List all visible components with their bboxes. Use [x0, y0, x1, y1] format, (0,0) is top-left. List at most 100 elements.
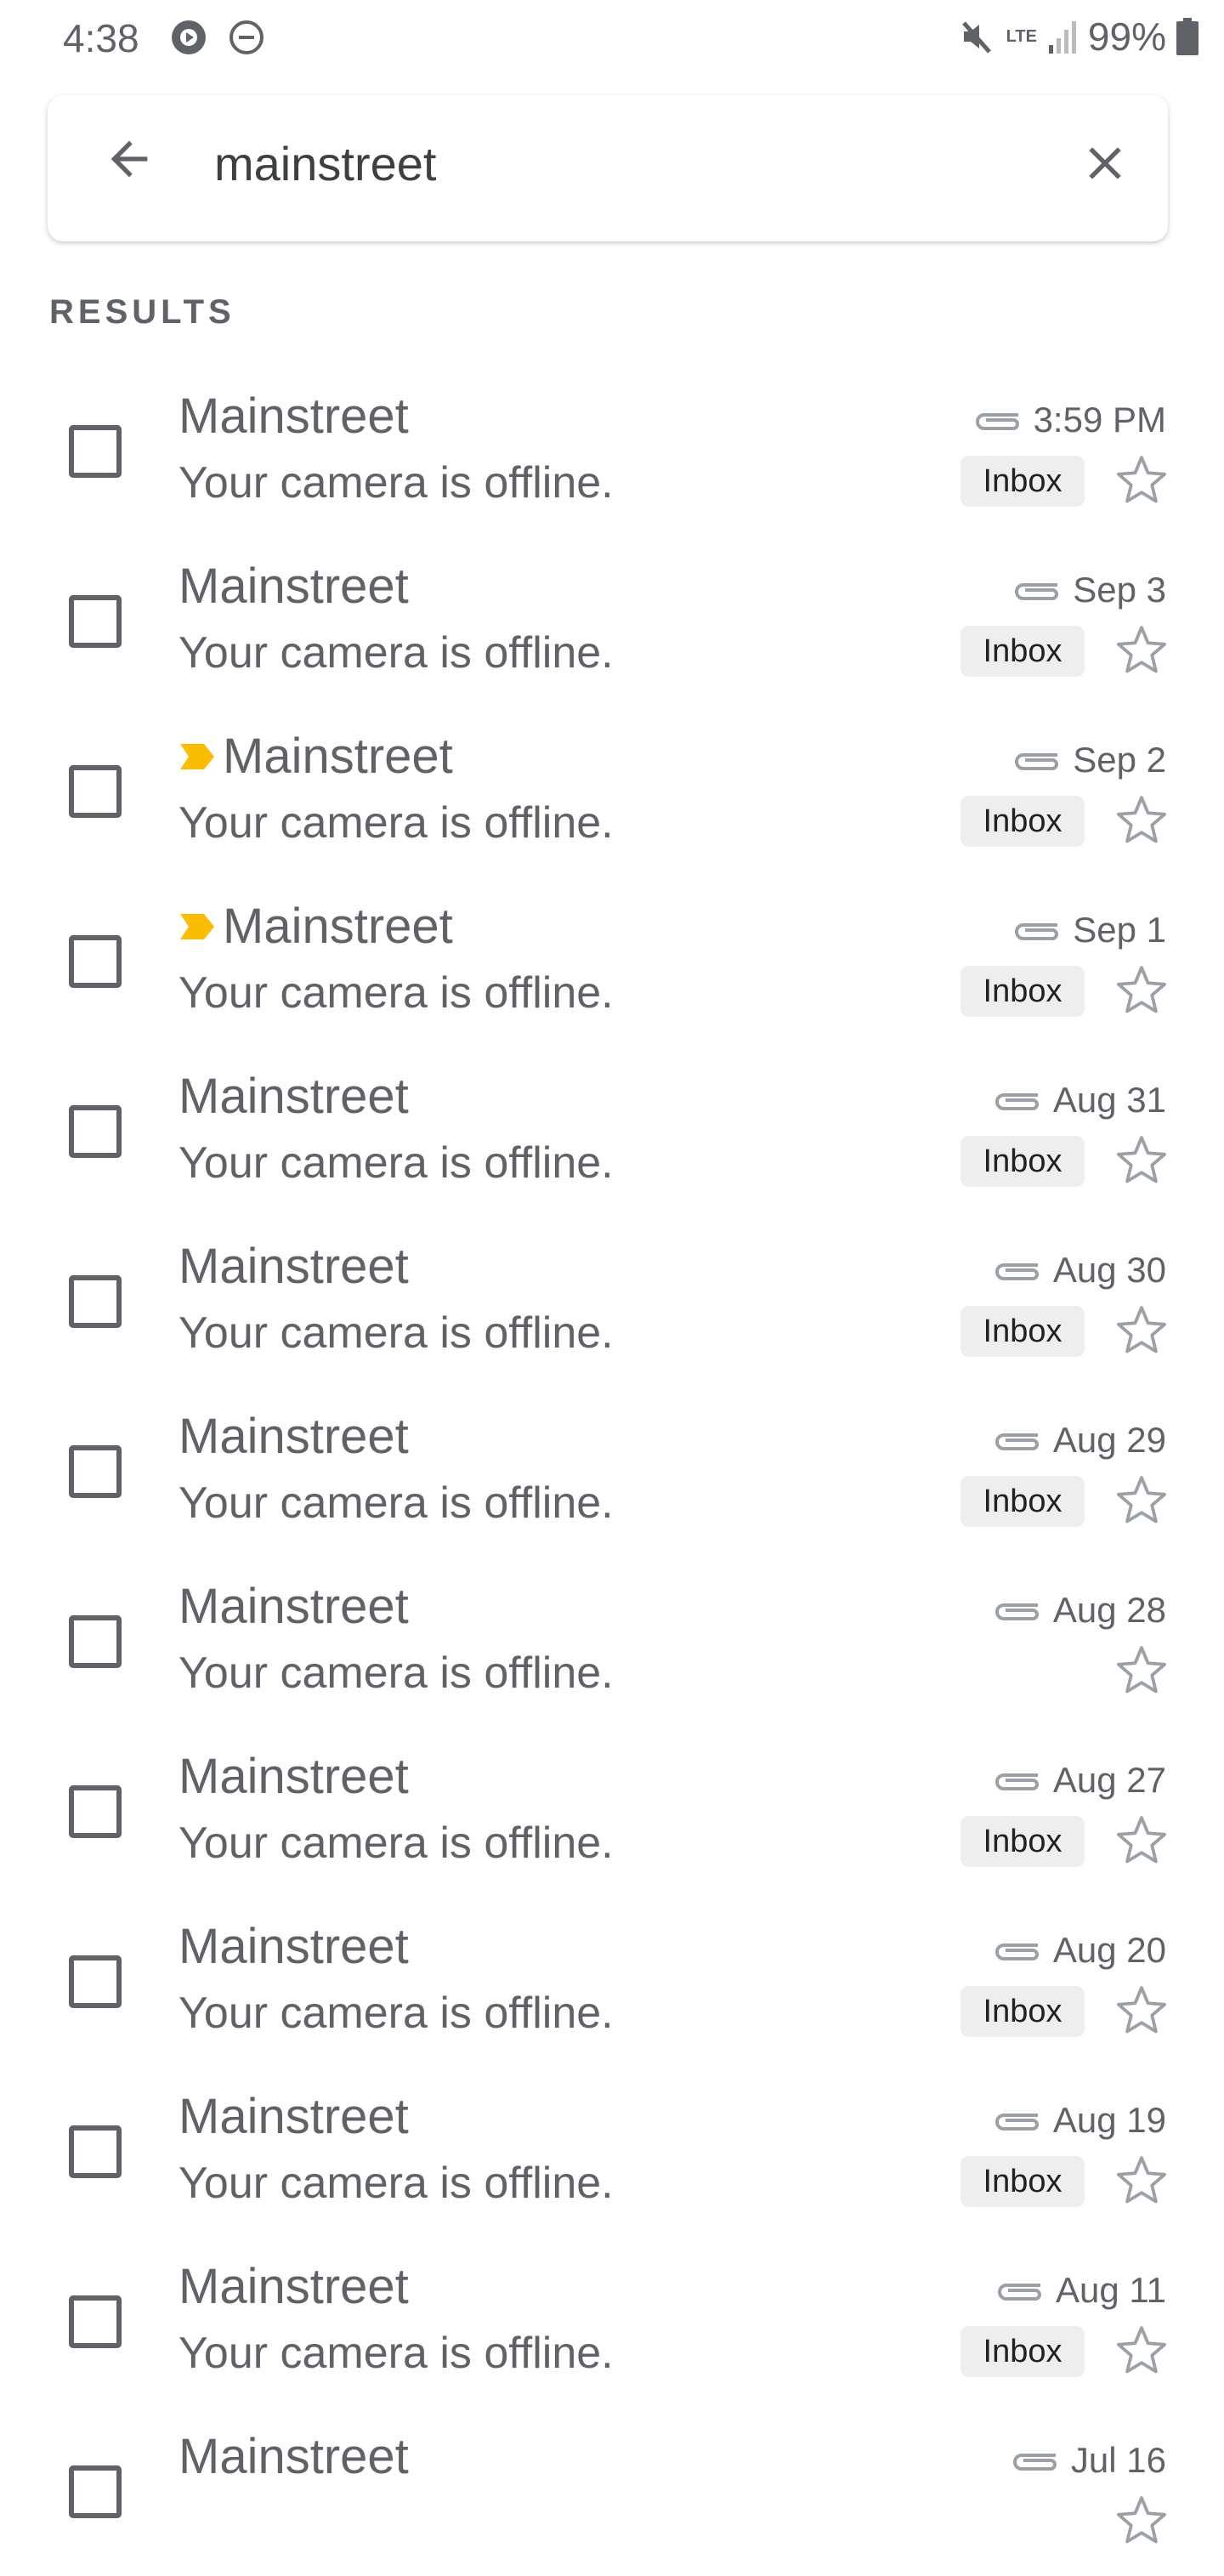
email-row[interactable]: Mainstreet Jul 16 [0, 2406, 1224, 2576]
email-snippet: Your camera is offline. [178, 1308, 614, 1358]
email-snippet: Your camera is offline. [178, 1648, 614, 1698]
star-icon[interactable] [1112, 1641, 1171, 1700]
network-type: LTE [1006, 26, 1037, 46]
sender-name: Mainstreet [178, 1749, 409, 1804]
star-icon[interactable] [1112, 1981, 1171, 2040]
email-row[interactable]: Mainstreet Your camera is offline. Sep 1… [0, 876, 1224, 1046]
label-chip: Inbox [960, 1986, 1085, 2037]
email-row[interactable]: Mainstreet Your camera is offline. 3:59 … [0, 366, 1224, 536]
sender: Mainstreet [178, 2258, 409, 2315]
email-date: Aug 27 [1052, 1760, 1166, 1800]
label-chip: Inbox [960, 966, 1085, 1017]
email-snippet: Your camera is offline. [178, 2329, 614, 2378]
sender: Mainstreet [178, 898, 453, 955]
email-snippet: Your camera is offline. [178, 628, 614, 678]
star-icon[interactable] [1112, 1471, 1171, 1530]
select-checkbox[interactable] [69, 935, 122, 988]
star-icon[interactable] [1112, 1301, 1171, 1360]
clear-search-icon[interactable] [1078, 136, 1132, 190]
email-snippet: Your camera is offline. [178, 1819, 614, 1868]
label-chip: Inbox [960, 796, 1085, 847]
email-date: Sep 1 [1073, 910, 1166, 950]
star-icon[interactable] [1112, 791, 1171, 850]
email-date: Aug 11 [1056, 2270, 1166, 2310]
label-chip: Inbox [960, 456, 1085, 507]
star-icon[interactable] [1112, 1131, 1171, 1190]
sender-name: Mainstreet [178, 1239, 409, 1294]
sender-name: Mainstreet [178, 1579, 409, 1634]
select-checkbox[interactable] [69, 2295, 122, 2348]
label-chip: Inbox [960, 2326, 1085, 2377]
email-date: Aug 29 [1052, 1420, 1166, 1460]
select-checkbox[interactable] [69, 1615, 122, 1668]
select-checkbox[interactable] [69, 595, 122, 648]
email-row[interactable]: Mainstreet Your camera is offline. Aug 1… [0, 2236, 1224, 2406]
back-arrow-icon[interactable] [102, 132, 156, 186]
star-icon[interactable] [1112, 1811, 1171, 1870]
email-meta: Aug 29 [994, 1420, 1166, 1461]
email-meta: Sep 1 [1013, 910, 1166, 950]
star-icon[interactable] [1112, 621, 1171, 680]
email-meta: Jul 16 [1012, 2440, 1166, 2481]
attachment-icon [1015, 583, 1059, 600]
attachment-icon [994, 1433, 1039, 1450]
sender: Mainstreet [178, 1578, 409, 1635]
sender-name: Mainstreet [178, 2259, 409, 2314]
attachment-icon [1015, 753, 1059, 770]
label-chip: Inbox [960, 1306, 1085, 1357]
email-date: Aug 30 [1052, 1250, 1166, 1290]
email-meta: Aug 28 [994, 1590, 1166, 1631]
attachment-icon [994, 1093, 1039, 1110]
sender-name: Mainstreet [178, 389, 409, 444]
search-input[interactable]: mainstreet [214, 136, 436, 191]
select-checkbox[interactable] [69, 1445, 122, 1498]
important-marker-icon [180, 743, 214, 769]
star-icon[interactable] [1112, 2491, 1171, 2550]
select-checkbox[interactable] [69, 2125, 122, 2178]
email-row[interactable]: Mainstreet Your camera is offline. Sep 3… [0, 536, 1224, 706]
sender-name: Mainstreet [178, 1919, 409, 1974]
select-checkbox[interactable] [69, 1785, 122, 1838]
attachment-icon [994, 1943, 1039, 1960]
star-icon[interactable] [1112, 2321, 1171, 2380]
email-date: Aug 31 [1052, 1080, 1166, 1120]
attachment-icon [1013, 2454, 1057, 2471]
email-row[interactable]: Mainstreet Your camera is offline. Aug 2… [0, 1896, 1224, 2066]
email-row[interactable]: Mainstreet Your camera is offline. Aug 2… [0, 1386, 1224, 1556]
sender: Mainstreet [178, 728, 453, 785]
email-meta: Aug 31 [994, 1080, 1166, 1121]
attachment-icon [1015, 923, 1059, 940]
star-icon[interactable] [1112, 961, 1171, 1020]
email-row[interactable]: Mainstreet Your camera is offline. Aug 3… [0, 1216, 1224, 1386]
email-snippet: Your camera is offline. [178, 1478, 614, 1528]
media-playing-icon [172, 20, 206, 54]
select-checkbox[interactable] [69, 425, 122, 478]
email-row[interactable]: Mainstreet Your camera is offline. Aug 3… [0, 1046, 1224, 1216]
label-chip: Inbox [960, 626, 1085, 677]
email-meta: Aug 30 [994, 1250, 1166, 1291]
select-checkbox[interactable] [69, 1275, 122, 1328]
sender-name: Mainstreet [178, 1069, 409, 1124]
star-icon[interactable] [1112, 2151, 1171, 2210]
sender-name: Mainstreet [223, 899, 453, 954]
email-row[interactable]: Mainstreet Your camera is offline. Aug 2… [0, 1556, 1224, 1726]
email-row[interactable]: Mainstreet Your camera is offline. Sep 2… [0, 706, 1224, 876]
email-snippet: Your camera is offline. [178, 2159, 614, 2208]
attachment-icon [994, 1773, 1039, 1790]
select-checkbox[interactable] [69, 2465, 122, 2518]
select-checkbox[interactable] [69, 1955, 122, 2008]
battery-percent: 99% [1087, 14, 1166, 59]
select-checkbox[interactable] [69, 1105, 122, 1158]
label-chip: Inbox [960, 1136, 1085, 1187]
email-row[interactable]: Mainstreet Your camera is offline. Aug 1… [0, 2066, 1224, 2236]
email-snippet: Your camera is offline. [178, 968, 614, 1018]
email-row[interactable]: Mainstreet Your camera is offline. Aug 2… [0, 1726, 1224, 1896]
select-checkbox[interactable] [69, 765, 122, 818]
status-bar: 4:38 LTE 99% [0, 0, 1224, 77]
do-not-disturb-icon [230, 20, 264, 54]
clock: 4:38 [63, 16, 139, 60]
star-icon[interactable] [1112, 451, 1171, 510]
sender-name: Mainstreet [223, 729, 453, 784]
email-snippet: Your camera is offline. [178, 1138, 614, 1188]
sender: Mainstreet [178, 1748, 409, 1805]
